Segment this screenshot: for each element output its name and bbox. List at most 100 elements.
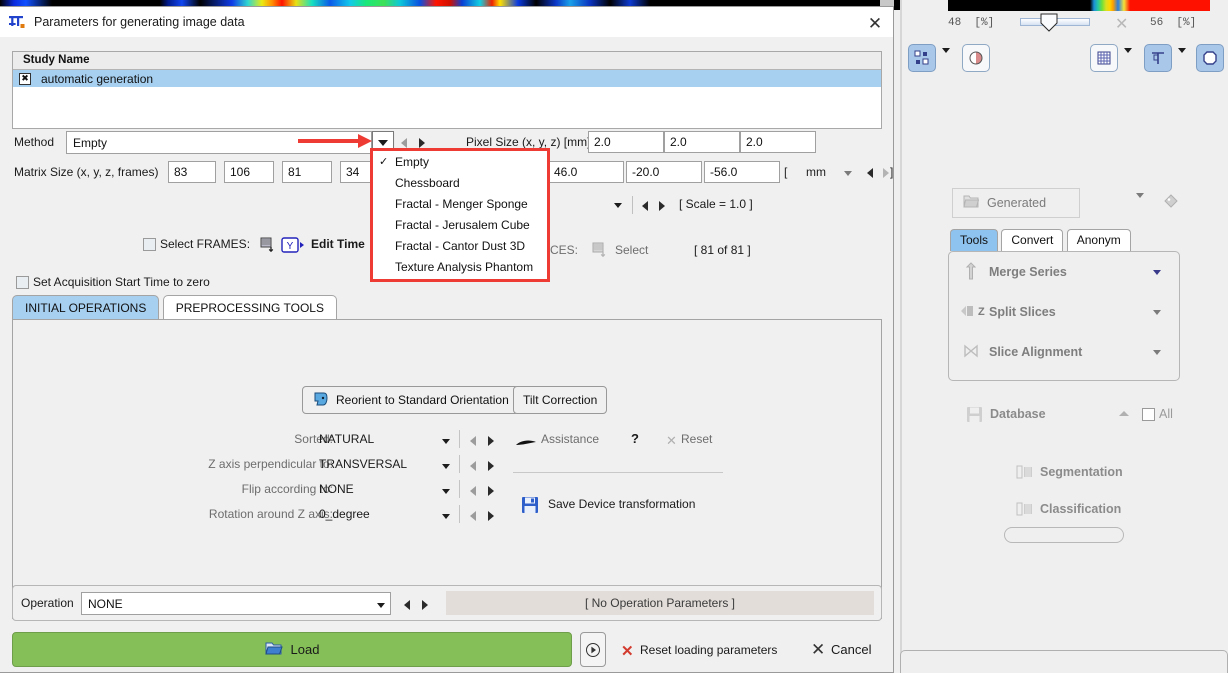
tilt-correction-button[interactable]: Tilt Correction [513, 386, 608, 414]
save-device-label[interactable]: Save Device transformation [548, 497, 695, 511]
chevron-down-icon[interactable] [1153, 309, 1161, 315]
scale-dropdown[interactable] [610, 196, 626, 214]
menu-item-chessboard[interactable]: Chessboard [373, 172, 547, 193]
study-row[interactable]: ✖ automatic generation [13, 70, 881, 87]
offset-unit-dropdown[interactable] [840, 164, 856, 182]
pixel-size-z-field[interactable]: 2.0 [740, 131, 816, 153]
matrix-size-x-field[interactable]: 83 [168, 161, 216, 183]
menu-item-jerusalem-cube[interactable]: Fractal - Jerusalem Cube [373, 214, 547, 235]
grid-chevron-down-icon[interactable] [1124, 48, 1132, 67]
zaxis-prev[interactable] [465, 457, 481, 475]
flip-next[interactable] [483, 482, 499, 500]
study-checkbox[interactable]: ✖ [19, 72, 31, 85]
operation-next[interactable] [417, 596, 433, 614]
sorted-dropdown[interactable] [438, 432, 454, 450]
crosshair-icon[interactable] [1144, 44, 1172, 72]
reset-loading-parameters-button[interactable]: Reset loading parameters [640, 643, 777, 657]
chevron-right-icon [488, 511, 494, 521]
offset-prev-button[interactable] [862, 164, 878, 182]
classification-button[interactable]: Classification [1040, 502, 1121, 516]
menu-item-label: Fractal - Cantor Dust 3D [395, 238, 526, 253]
initial-operations-panel: Reorient to Standard Orientation Tilt Co… [12, 319, 882, 619]
chevron-right-icon [883, 168, 889, 178]
scale-text: [ Scale = 1.0 ] [679, 197, 753, 211]
scale-next-button[interactable] [654, 197, 670, 215]
menu-item-empty[interactable]: ✓ Empty [373, 151, 547, 172]
divider [459, 480, 460, 498]
chevron-down-icon [844, 170, 852, 176]
layout-grid-icon[interactable] [908, 44, 936, 72]
reorient-label: Reorient to Standard Orientation [336, 393, 509, 407]
tools-panel: Merge Series Z Split Slices Slice Alignm… [948, 251, 1180, 381]
offset-z-field[interactable]: -56.0 [704, 161, 780, 183]
tab-tools[interactable]: Tools [950, 229, 999, 251]
database-all-checkbox[interactable] [1142, 408, 1155, 421]
offset-y-field[interactable]: -20.0 [626, 161, 702, 183]
tag-icon[interactable] [1162, 194, 1178, 213]
tab-preprocessing-tools[interactable]: PREPROCESSING TOOLS [162, 295, 337, 320]
frames-icon[interactable] [260, 237, 276, 256]
database-label[interactable]: Database [990, 407, 1046, 421]
acq-time-label: Set Acquisition Start Time to zero [33, 275, 210, 289]
matrix-size-z-field[interactable]: 81 [282, 161, 332, 183]
zaxis-next[interactable] [483, 457, 499, 475]
edit-time-icon[interactable]: Y [280, 236, 306, 257]
tab-initial-operations[interactable]: INITIAL OPERATIONS [12, 295, 160, 320]
pixel-size-y-field[interactable]: 2.0 [664, 131, 740, 153]
scale-prev-button[interactable] [637, 197, 653, 215]
study-column-header: Study Name [13, 52, 881, 70]
matrix-size-y-field[interactable]: 106 [224, 161, 274, 183]
tool-slice-alignment[interactable]: Slice Alignment [949, 332, 1179, 372]
database-save-icon [966, 406, 983, 426]
shape-chevron-down-icon[interactable] [1178, 48, 1186, 67]
tab-anonym[interactable]: Anonym [1066, 229, 1131, 251]
rotation-dropdown[interactable] [438, 507, 454, 525]
tool-merge-series[interactable]: Merge Series [949, 252, 1179, 292]
slider-handle[interactable] [1038, 12, 1060, 34]
layout-chevron-down-icon[interactable] [942, 48, 950, 67]
assistance-label[interactable]: Assistance [541, 432, 599, 446]
flip-prev[interactable] [465, 482, 481, 500]
sorted-prev[interactable] [465, 432, 481, 450]
help-icon[interactable]: ? [631, 431, 639, 446]
operation-dropdown[interactable] [373, 596, 389, 614]
tool-split-slices[interactable]: Z Split Slices [949, 292, 1179, 332]
operation-combo[interactable]: NONE [81, 592, 391, 615]
menu-item-menger-sponge[interactable]: Fractal - Menger Sponge [373, 193, 547, 214]
rotation-next[interactable] [483, 507, 499, 525]
acq-time-checkbox[interactable] [16, 276, 29, 289]
cancel-button[interactable]: Cancel [831, 642, 871, 657]
menu-item-texture-analysis-phantom[interactable]: Texture Analysis Phantom [373, 256, 547, 277]
chevron-left-icon [401, 138, 407, 148]
sorted-next[interactable] [483, 432, 499, 450]
tab-convert[interactable]: Convert [1001, 229, 1064, 251]
segmentation-button[interactable]: Segmentation [1040, 465, 1123, 479]
load-button[interactable]: Load [12, 632, 572, 667]
select-frames-checkbox[interactable] [143, 238, 156, 251]
menu-item-cantor-dust-3d[interactable]: Fractal - Cantor Dust 3D [373, 235, 547, 256]
polygon-roi-icon[interactable] [1196, 44, 1224, 72]
select-slices-label: Select [615, 243, 649, 257]
x-icon[interactable]: ✕ [811, 640, 825, 660]
method-dropdown-menu[interactable]: ✓ Empty Chessboard Fractal - Menger Spon… [370, 148, 550, 282]
offset-x-field[interactable]: 46.0 [548, 161, 624, 183]
x-icon[interactable]: ✕ [1115, 14, 1128, 34]
flip-dropdown[interactable] [438, 482, 454, 500]
zaxis-dropdown[interactable] [438, 457, 454, 475]
rotation-prev[interactable] [465, 507, 481, 525]
play-circle-icon[interactable] [580, 632, 606, 667]
close-icon[interactable]: ✕ [865, 13, 885, 33]
reorient-button[interactable]: Reorient to Standard Orientation [302, 386, 519, 414]
chevron-down-icon[interactable] [1153, 349, 1161, 355]
pixel-size-x-field[interactable]: 2.0 [588, 131, 664, 153]
edit-time-label[interactable]: Edit Time [311, 237, 365, 251]
mask-icon[interactable] [962, 44, 990, 72]
grid-overlay-icon[interactable] [1090, 44, 1118, 72]
series-selector[interactable]: Generated [952, 188, 1080, 218]
operation-prev[interactable] [399, 596, 415, 614]
series-chevron-down-icon[interactable] [1136, 193, 1144, 212]
floppy-save-icon[interactable] [521, 496, 539, 517]
chevron-up-icon[interactable] [1119, 411, 1129, 416]
chevron-down-icon[interactable] [1153, 269, 1161, 275]
red-x-icon[interactable]: ✕ [621, 642, 634, 660]
